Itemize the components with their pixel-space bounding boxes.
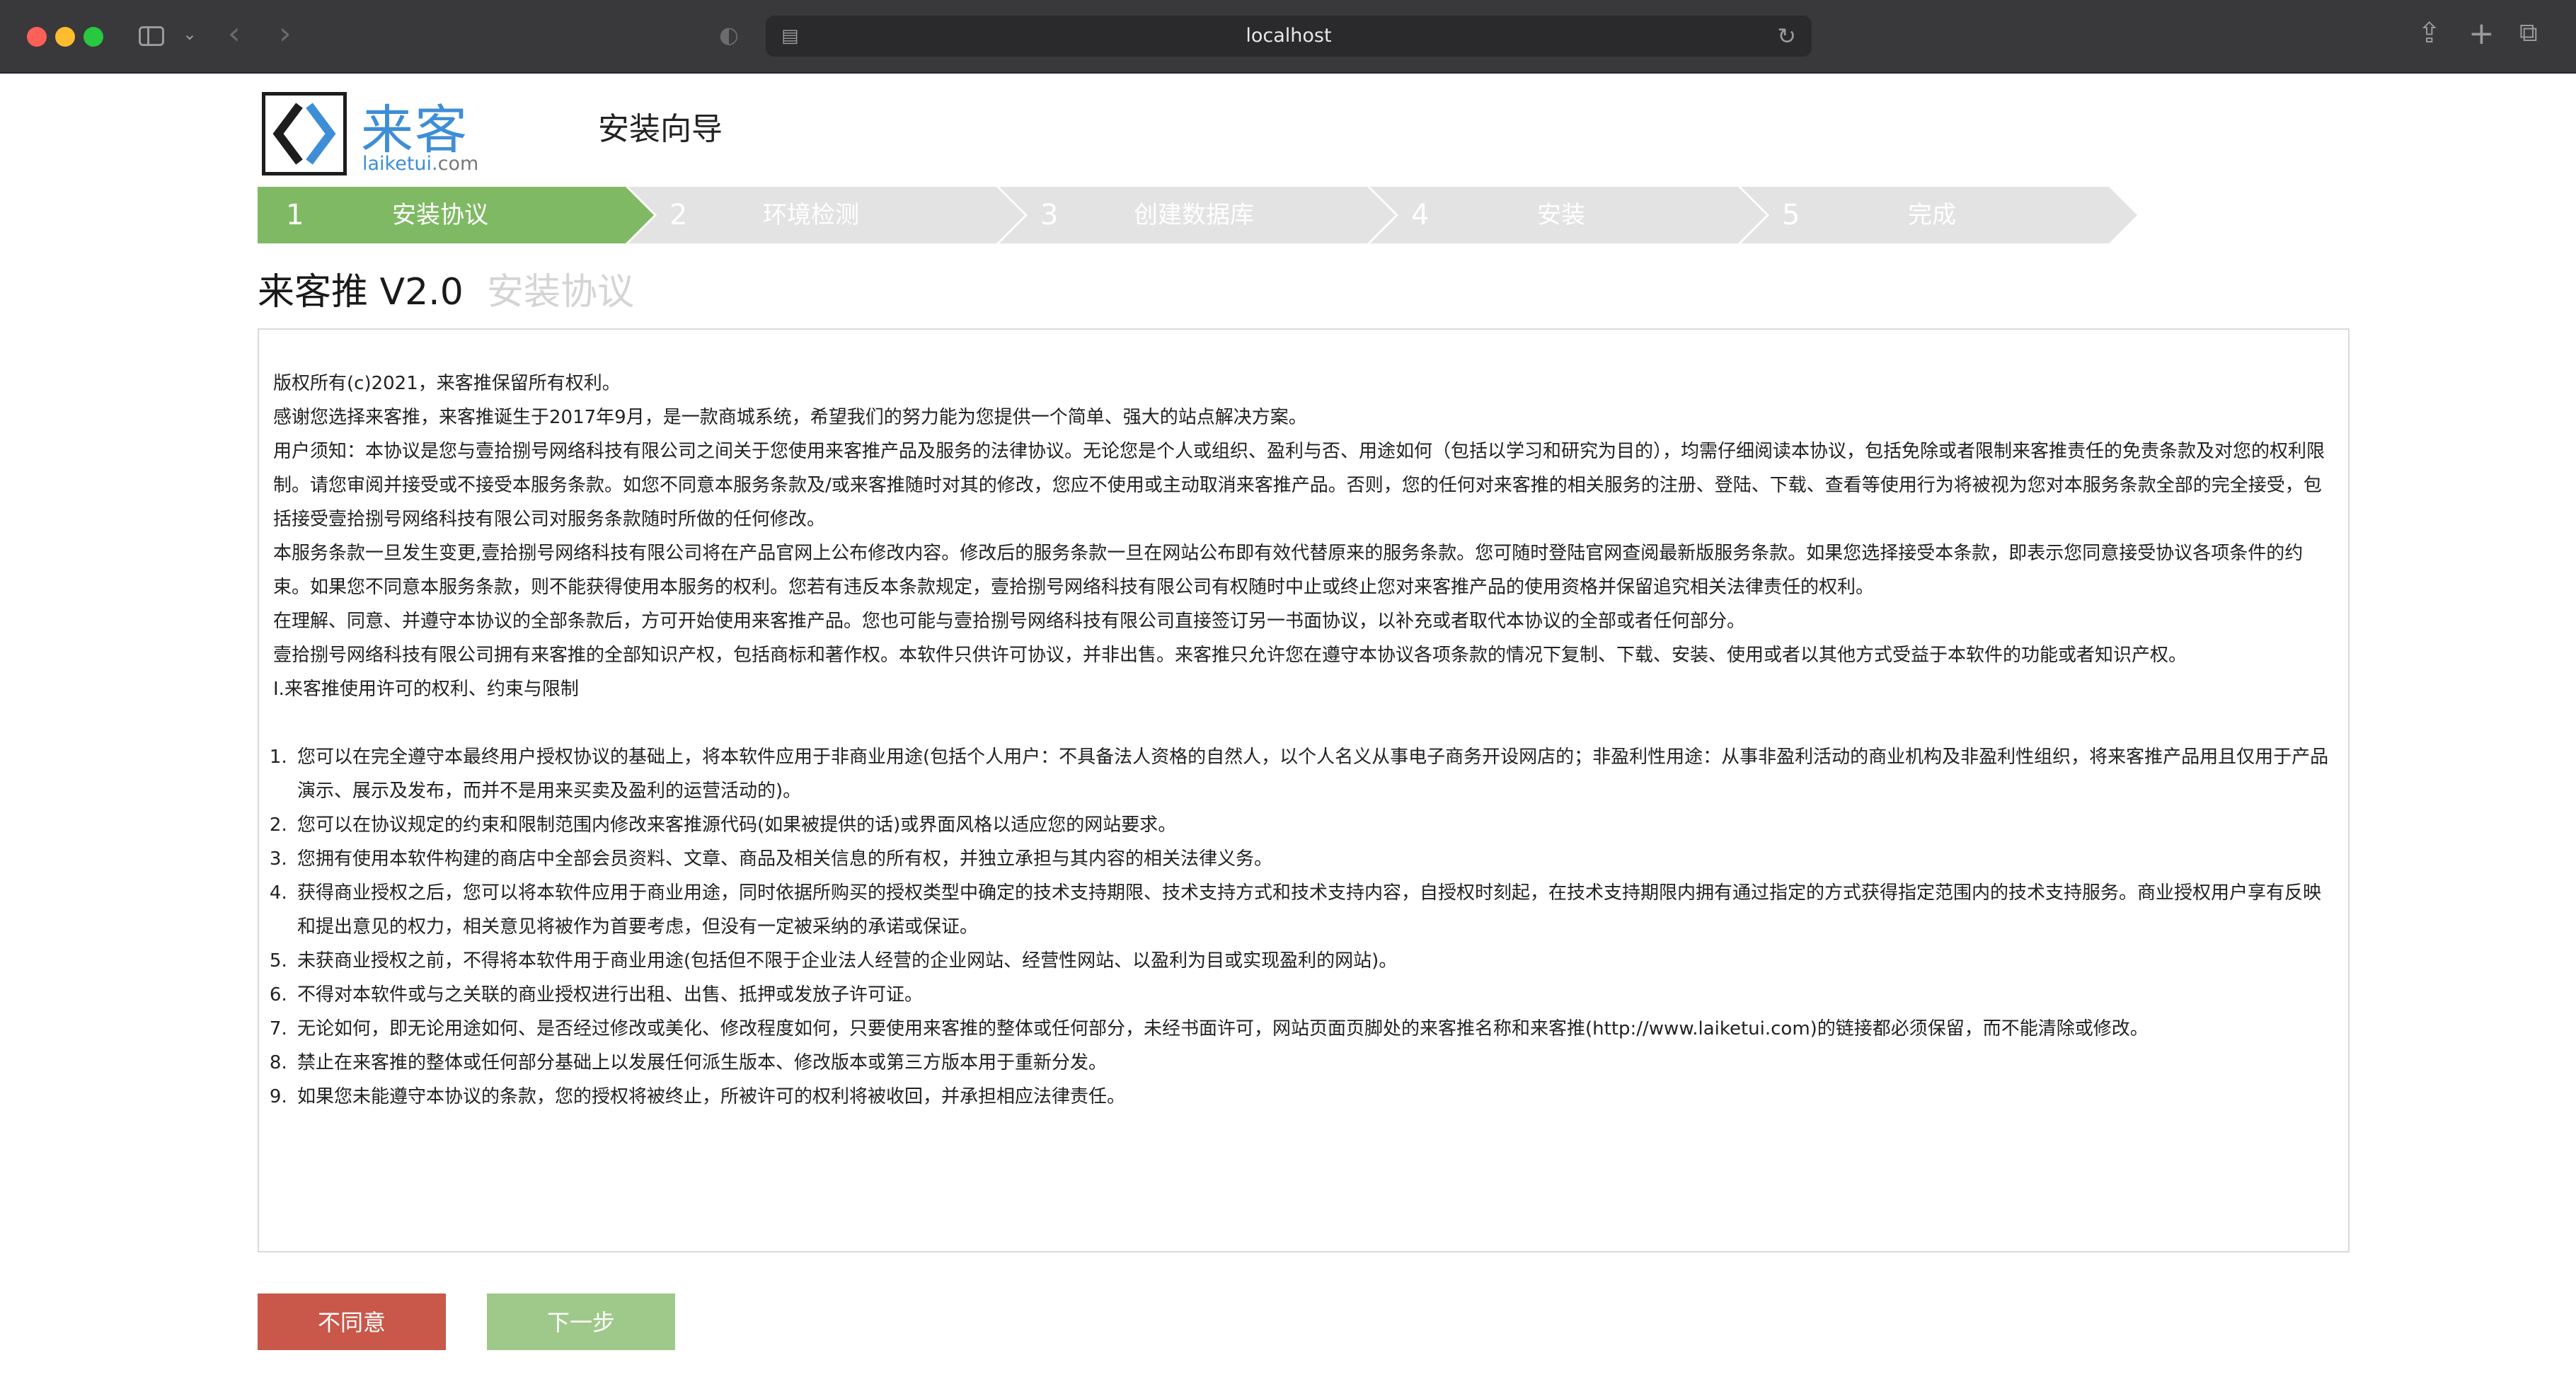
step-number: 4 xyxy=(1411,199,1430,231)
reload-icon[interactable]: ↻ xyxy=(1777,23,1796,50)
list-item: 您可以在完全遵守本最终用户授权协议的基础上，将本软件应用于非商业用途(包括个人用… xyxy=(293,740,2334,808)
step-5: 5 完成 xyxy=(1741,187,2137,243)
logo-english-text: laiketui.com xyxy=(362,153,478,175)
step-label: 安装 xyxy=(1537,201,1585,229)
wizard-title: 安装向导 xyxy=(598,111,723,147)
agreement-paragraph: 本服务条款一旦发生变更,壹拾捌号网络科技有限公司将在产品官网上公布修改内容。修改… xyxy=(273,543,2304,598)
sidebar-toggle-icon[interactable] xyxy=(139,26,164,46)
list-item: 无论如何，即无论用途如何、是否经过修改或美化、修改程度如何，只要使用来客推的整体… xyxy=(293,1012,2334,1046)
share-icon[interactable]: ⇪ xyxy=(2417,17,2442,50)
agreement-section-heading: I.来客推使用许可的权利、约束与限制 xyxy=(273,679,579,700)
progress-steps: 1 安装协议 2 环境检测 3 创建数据库 4 安装 5 完成 xyxy=(258,187,2154,243)
step-number: 3 xyxy=(1040,199,1059,231)
list-item: 未获商业授权之前，不得将本软件用于商业用途(包括但不限于企业法人经营的企业网站、… xyxy=(293,944,2334,978)
step-number: 5 xyxy=(1782,199,1800,231)
agreement-paragraph: 用户须知：本协议是您与壹拾捌号网络科技有限公司之间关于您使用来客推产品及服务的法… xyxy=(273,441,2325,530)
step-label: 完成 xyxy=(1908,201,1956,229)
agreement-paragraph: 版权所有(c)2021，来客推保留所有权利。 xyxy=(273,373,621,394)
logo-domain: laiketui. xyxy=(362,153,438,175)
disagree-button[interactable]: 不同意 xyxy=(258,1294,446,1350)
next-step-button[interactable]: 下一步 xyxy=(487,1294,675,1350)
address-bar[interactable]: ▤ localhost ↻ xyxy=(766,16,1812,57)
license-terms-list: 您可以在完全遵守本最终用户授权协议的基础上，将本软件应用于非商业用途(包括个人用… xyxy=(273,740,2334,1114)
logo: 来客 laiketui.com xyxy=(262,85,481,177)
list-item: 不得对本软件或与之关联的商业授权进行出租、出售、抵押或发放子许可证。 xyxy=(293,978,2334,1012)
agreement-paragraph: 在理解、同意、并遵守本协议的全部条款后，方可开始使用来客推产品。您也可能与壹拾捌… xyxy=(273,611,1746,632)
step-2: 2 环境检测 xyxy=(628,187,1025,243)
list-item: 您拥有使用本软件构建的商店中全部会员资料、文章、商品及相关信息的所有权，并独立承… xyxy=(293,842,2334,876)
browser-toolbar: ⌄ ‹ › ◐ ▤ localhost ↻ ⇪ + ⧉ xyxy=(0,0,2576,74)
privacy-shield-icon[interactable]: ◐ xyxy=(719,21,739,48)
list-item: 禁止在来客推的整体或任何部分基础上以发展任何派生版本、修改版本或第三方版本用于重… xyxy=(293,1046,2334,1080)
forward-icon[interactable]: › xyxy=(279,16,292,52)
address-text: localhost xyxy=(1246,25,1332,47)
agreement-paragraph: 感谢您选择来客推，来客推诞生于2017年9月，是一款商城系统，希望我们的努力能为… xyxy=(273,407,1307,428)
list-item: 获得商业授权之后，您可以将本软件应用于商业用途，同时依据所购买的授权类型中确定的… xyxy=(293,876,2334,944)
product-title: 来客推 V2.0 xyxy=(258,271,464,313)
agreement-text-box[interactable]: 版权所有(c)2021，来客推保留所有权利。 感谢您选择来客推，来客推诞生于20… xyxy=(258,328,2350,1252)
step-1: 1 安装协议 xyxy=(258,187,654,243)
page: 来客 laiketui.com 安装向导 1 安装协议 2 环境检测 3 创建数… xyxy=(0,75,2576,1377)
zoom-window-button[interactable] xyxy=(84,27,103,47)
step-4: 4 安装 xyxy=(1370,187,1766,243)
minimize-window-button[interactable] xyxy=(55,27,75,47)
step-3: 3 创建数据库 xyxy=(999,187,1396,243)
logo-tld: com xyxy=(437,153,479,175)
close-window-button[interactable] xyxy=(27,27,47,47)
agreement-paragraph: 壹拾捌号网络科技有限公司拥有来客推的全部知识产权，包括商标和著作权。本软件只供许… xyxy=(273,645,2187,666)
new-tab-icon[interactable]: + xyxy=(2468,16,2495,52)
logo-mark-icon xyxy=(262,92,347,175)
list-item: 如果您未能遵守本协议的条款，您的授权将被终止，所被许可的权利将被收回，并承担相应… xyxy=(293,1080,2334,1114)
logo-chinese-text: 来客 xyxy=(361,100,468,161)
step-label: 创建数据库 xyxy=(1134,201,1254,229)
step-label: 环境检测 xyxy=(763,201,859,229)
step-label: 安装协议 xyxy=(392,201,488,229)
chevron-down-icon[interactable]: ⌄ xyxy=(183,24,197,44)
step-number: 2 xyxy=(669,199,688,231)
back-icon[interactable]: ‹ xyxy=(228,16,241,52)
list-item: 您可以在协议规定的约束和限制范围内修改来客推源代码(如果被提供的话)或界面风格以… xyxy=(293,808,2334,842)
section-title: 安装协议 xyxy=(487,271,635,313)
step-number: 1 xyxy=(286,199,304,231)
tab-overview-icon[interactable]: ⧉ xyxy=(2519,18,2538,48)
